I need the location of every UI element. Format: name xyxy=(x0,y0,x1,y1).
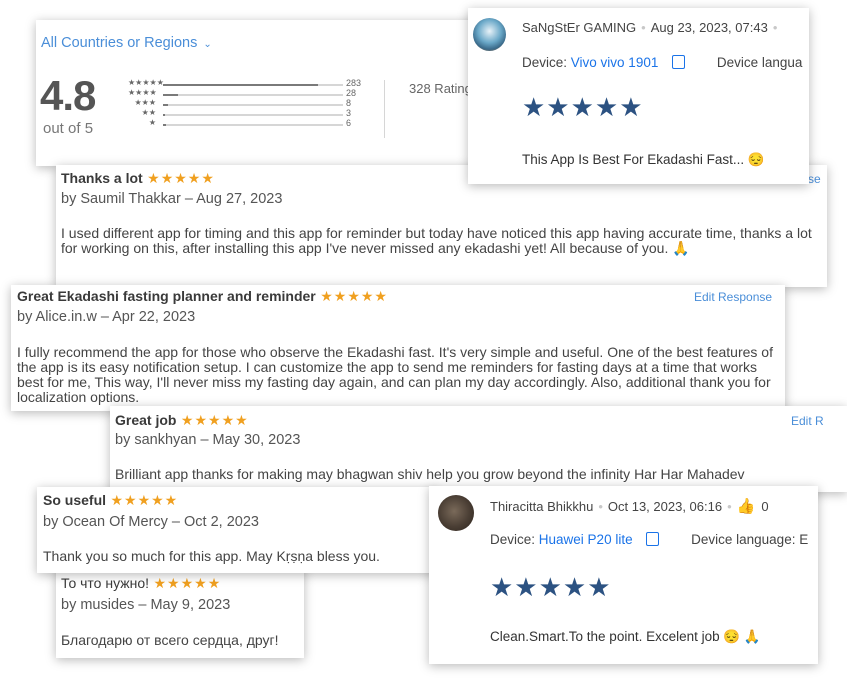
rating-bar-count: 283 xyxy=(346,78,362,88)
rating-bar-track xyxy=(163,114,343,116)
review-title: So useful xyxy=(43,492,107,508)
review-text: This App Is Best For Ekadashi Fast... 😔 xyxy=(522,152,765,167)
separator-dot: • xyxy=(772,20,778,35)
rating-bar-row: ★★★★★ 283 xyxy=(128,78,400,90)
like-count: 0 xyxy=(761,499,769,514)
review-title: Great job xyxy=(115,412,177,428)
rating-bar-fill xyxy=(163,114,165,116)
review-card-alice: Great Ekadashi fasting planner and remin… xyxy=(11,285,785,411)
review-date: Aug 23, 2023, 07:43 xyxy=(650,20,768,35)
reviewer-name: SaNgStEr GAMING xyxy=(522,20,637,35)
rating-bar-stars: ★★★★★ xyxy=(128,78,164,87)
separator-dot: • xyxy=(641,20,646,35)
rating-bar-count: 8 xyxy=(346,98,352,108)
play-review-card-thiracitta: Thiracitta Bhikkhu • Oct 13, 2023, 06:16 • 👍… xyxy=(429,486,818,664)
review-card-ocean: So useful ★★★★★ by Ocean Of Mercy – Oct … xyxy=(37,487,437,573)
rating-bar-stars: ★★ xyxy=(141,108,156,117)
reviewer-name-row: Thiracitta Bhikkhu • Oct 13, 2023, 06:16 • 👍… xyxy=(490,497,769,515)
review-text: Clean.Smart.To the point. Excelent job 😔… xyxy=(490,629,761,644)
device-link[interactable]: Vivo vivo 1901 xyxy=(571,55,659,70)
average-rating: 4.8 xyxy=(40,72,96,119)
rating-bar-row: ★★★ 8 xyxy=(128,98,400,110)
review-stars: ★★★★★ xyxy=(180,412,249,428)
review-card-sankhyan: Great job ★★★★★ Edit R by sankhyan – May… xyxy=(110,406,847,492)
edit-response-link[interactable]: se xyxy=(808,172,821,186)
rating-bar-row: ★★ 3 xyxy=(128,108,400,120)
review-byline: by musides – May 9, 2023 xyxy=(61,597,231,613)
edit-response-link[interactable]: Edit R xyxy=(791,414,824,428)
rating-bar-row: ★★★★ 28 xyxy=(128,88,400,100)
review-stars: ★★★★★ xyxy=(110,492,179,508)
rating-bar-track xyxy=(163,94,343,96)
chevron-down-icon: ⌄ xyxy=(203,39,212,50)
review-byline: by sankhyan – May 30, 2023 xyxy=(115,432,301,448)
review-title: То что нужно! xyxy=(61,575,150,591)
ratings-summary-card: All Countries or Regions ⌄ 4.8 out of 5 … xyxy=(36,20,486,166)
region-selector[interactable]: All Countries or Regions ⌄ xyxy=(41,35,212,51)
review-stars: ★★★★★ xyxy=(153,575,222,591)
review-title-row: Great Ekadashi fasting planner and remin… xyxy=(17,288,388,306)
review-title-row: Thanks a lot ★★★★★ xyxy=(61,170,215,188)
device-link[interactable]: Huawei P20 lite xyxy=(539,532,633,547)
region-selector-label: All Countries or Regions xyxy=(41,35,198,51)
external-link-icon[interactable] xyxy=(646,532,660,546)
play-review-card-sangster: SaNgStEr GAMING • Aug 23, 2023, 07:43 • Dev… xyxy=(468,8,809,184)
rating-bar-fill xyxy=(163,84,318,86)
device-label: Device: xyxy=(522,55,568,70)
review-body: Благодарю от всего сердца, друг! xyxy=(61,632,279,648)
reviewer-name: Thiracitta Bhikkhu xyxy=(490,499,594,514)
edit-response-link[interactable]: Edit Response xyxy=(694,290,772,304)
rating-bar-count: 6 xyxy=(346,118,352,128)
rating-bar-stars: ★★★★ xyxy=(128,88,157,97)
review-title-row: Great job ★★★★★ xyxy=(115,412,249,430)
rating-bar-fill xyxy=(163,104,168,106)
review-title: Great Ekadashi fasting planner and remin… xyxy=(17,288,316,304)
review-stars: ★★★★★ xyxy=(490,572,612,602)
rating-bar-stars: ★★★ xyxy=(134,98,156,107)
rating-bar-row: ★ 6 xyxy=(128,118,400,130)
avatar xyxy=(473,18,506,51)
review-title: Thanks a lot xyxy=(61,170,143,186)
rating-bar-fill xyxy=(163,94,179,96)
review-stars: ★★★★★ xyxy=(522,92,644,122)
reviewer-name-row: SaNgStEr GAMING • Aug 23, 2023, 07:43 • xyxy=(522,20,782,35)
review-byline: by Saumil Thakkar – Aug 27, 2023 xyxy=(61,191,283,207)
rating-bar-count: 28 xyxy=(346,88,357,98)
review-stars: ★★★★★ xyxy=(147,170,215,186)
review-title-row: So useful ★★★★★ xyxy=(43,492,178,510)
device-language-label: Device langua xyxy=(716,55,803,70)
thumbs-up-icon[interactable]: 👍 xyxy=(737,498,756,515)
rating-bar-stars: ★ xyxy=(148,118,156,127)
rating-bar-track xyxy=(163,124,343,126)
device-label: Device: xyxy=(490,532,536,547)
avatar xyxy=(438,495,474,531)
rating-divider xyxy=(384,80,385,138)
review-body: I fully recommend the app for those who … xyxy=(17,344,773,405)
device-row: Device: Huawei P20 lite Device language:… xyxy=(490,532,808,547)
device-row: Device: Vivo vivo 1901 Device langua xyxy=(522,55,802,70)
rating-bar-count: 3 xyxy=(346,108,352,118)
separator-dot: • xyxy=(598,499,603,514)
review-body: I used different app for timing and this… xyxy=(61,225,812,256)
out-of-label: out of 5 xyxy=(43,120,94,137)
review-title-row: То что нужно! ★★★★★ xyxy=(61,575,221,593)
review-date: Oct 13, 2023, 06:16 xyxy=(607,499,723,514)
review-byline: by Alice.in.w – Apr 22, 2023 xyxy=(17,309,196,325)
review-card-musides: То что нужно! ★★★★★ by musides – May 9, … xyxy=(56,565,304,658)
rating-bar-track xyxy=(163,84,343,86)
review-body: Thank you so much for this app. May Kṛṣṇ… xyxy=(43,548,380,564)
review-byline: by Ocean Of Mercy – Oct 2, 2023 xyxy=(43,514,259,530)
external-link-icon[interactable] xyxy=(672,55,686,69)
review-body: Brilliant app thanks for making may bhag… xyxy=(115,466,745,482)
review-stars: ★★★★★ xyxy=(320,288,388,304)
rating-bar-fill xyxy=(163,124,167,126)
separator-dot: • xyxy=(727,499,732,514)
device-language-label: Device language: E xyxy=(691,532,809,547)
rating-bar-track xyxy=(163,104,343,106)
